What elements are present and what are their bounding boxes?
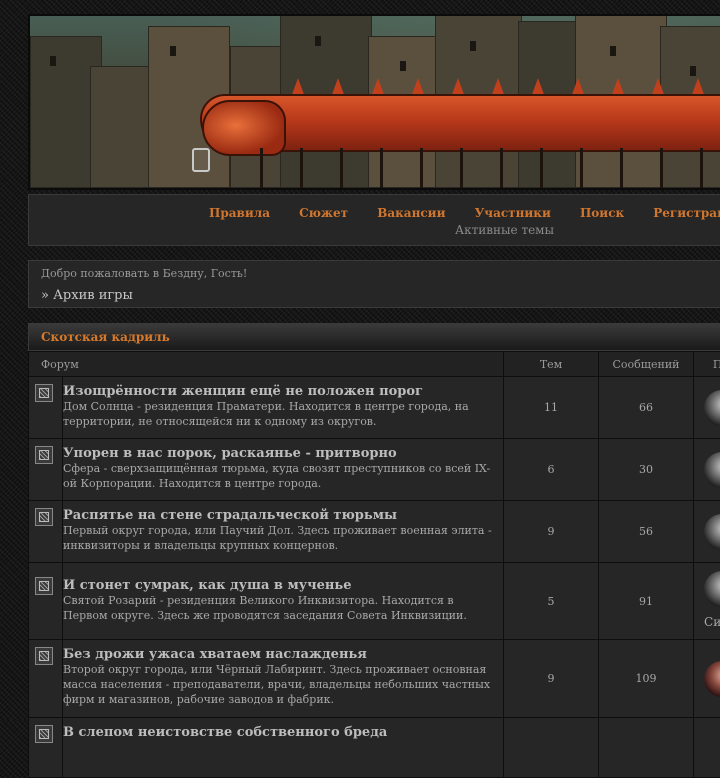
forum-description: Дом Солнца - резиденция Праматери. Наход… xyxy=(63,399,495,429)
topic-count xyxy=(504,718,599,778)
topic-count: 9 xyxy=(504,640,599,718)
nav-link-members[interactable]: Участники xyxy=(475,206,551,220)
forum-description: Сфера - сверхзащищённая тюрьма, куда сво… xyxy=(63,461,495,491)
column-header-topics: Тем xyxy=(504,352,599,377)
forum-description: Второй округ города, или Чёрный Лабиринт… xyxy=(63,662,495,707)
forum-status-icon xyxy=(35,446,53,464)
page: Правила Сюжет Вакансии Участники Поиск Р… xyxy=(28,14,720,778)
nav-links: Правила Сюжет Вакансии Участники Поиск Р… xyxy=(29,202,720,221)
breadcrumb[interactable]: » Архив игры xyxy=(41,288,133,303)
forum-table-header: Форум Тем Сообщений По xyxy=(29,352,720,377)
avatar[interactable] xyxy=(704,661,720,697)
forum-status-icon xyxy=(35,577,53,595)
banner-building xyxy=(90,66,152,188)
forum-row: В слепом неистовстве собственного бреда xyxy=(29,718,720,778)
avatar[interactable] xyxy=(704,514,720,550)
post-count: 66 xyxy=(599,377,694,439)
forum-row: Упорен в нас порок, раскаянье - притворн… xyxy=(29,439,720,501)
topic-count: 5 xyxy=(504,563,599,640)
nav-link-register[interactable]: Регистрация xyxy=(653,206,720,220)
forum-description: Святой Розарий - резиденция Великого Инк… xyxy=(63,593,495,623)
forum-title[interactable]: Распятье на стене страдальческой тюрьмы xyxy=(63,508,495,523)
banner-dragon-head xyxy=(202,100,286,156)
nav-link-vacancies[interactable]: Вакансии xyxy=(377,206,445,220)
forum-status-icon xyxy=(35,725,53,743)
forum-title[interactable]: И стонет сумрак, как душа в мученье xyxy=(63,578,495,593)
forum-title[interactable]: Без дрожи ужаса хватаем наслажденья xyxy=(63,647,495,662)
forum-row: И стонет сумрак, как душа в мученье Свят… xyxy=(29,563,720,640)
header-banner xyxy=(28,14,720,190)
category-header: Скотская кадриль xyxy=(28,323,720,351)
forum-description: Первый округ города, или Паучий Дол. Зде… xyxy=(63,523,495,553)
post-count xyxy=(599,718,694,778)
topic-count: 6 xyxy=(504,439,599,501)
last-post-author[interactable]: Си xyxy=(704,615,720,629)
welcome-panel: Добро пожаловать в Бездну, Гость! » Архи… xyxy=(28,260,720,308)
forum-row: Изощрённости женщин ещё не положен порог… xyxy=(29,377,720,439)
forum-title[interactable]: В слепом неистовстве собственного бреда xyxy=(63,725,495,740)
column-header-last-post: По xyxy=(694,352,720,377)
column-header-forum: Форум xyxy=(29,352,504,377)
avatar[interactable] xyxy=(704,390,720,426)
forum-row: Без дрожи ужаса хватаем наслажденья Втор… xyxy=(29,640,720,718)
nav-link-search[interactable]: Поиск xyxy=(580,206,624,220)
avatar[interactable] xyxy=(704,571,720,607)
forum-row: Распятье на стене страдальческой тюрьмы … xyxy=(29,501,720,563)
forum-status-icon xyxy=(35,508,53,526)
avatar[interactable] xyxy=(704,452,720,488)
forum-table: Форум Тем Сообщений По Изощрённости женщ… xyxy=(28,351,720,778)
lantern-icon xyxy=(192,148,210,172)
column-header-posts: Сообщений xyxy=(599,352,694,377)
forum-title[interactable]: Изощрённости женщин ещё не положен порог xyxy=(63,384,495,399)
welcome-greeting: Добро пожаловать в Бездну, Гость! xyxy=(41,267,247,280)
post-count: 56 xyxy=(599,501,694,563)
post-count: 91 xyxy=(599,563,694,640)
post-count: 30 xyxy=(599,439,694,501)
topic-count: 9 xyxy=(504,501,599,563)
forum-title[interactable]: Упорен в нас порок, раскаянье - притворн… xyxy=(63,446,495,461)
forum-status-icon xyxy=(35,647,53,665)
post-count: 109 xyxy=(599,640,694,718)
nav-link-active-topics[interactable]: Активные темы xyxy=(455,223,554,237)
category-title[interactable]: Скотская кадриль xyxy=(41,330,170,344)
nav-link-plot[interactable]: Сюжет xyxy=(299,206,348,220)
nav-link-rules[interactable]: Правила xyxy=(209,206,270,220)
forum-status-icon xyxy=(35,384,53,402)
main-navigation: Правила Сюжет Вакансии Участники Поиск Р… xyxy=(28,194,720,246)
topic-count: 11 xyxy=(504,377,599,439)
